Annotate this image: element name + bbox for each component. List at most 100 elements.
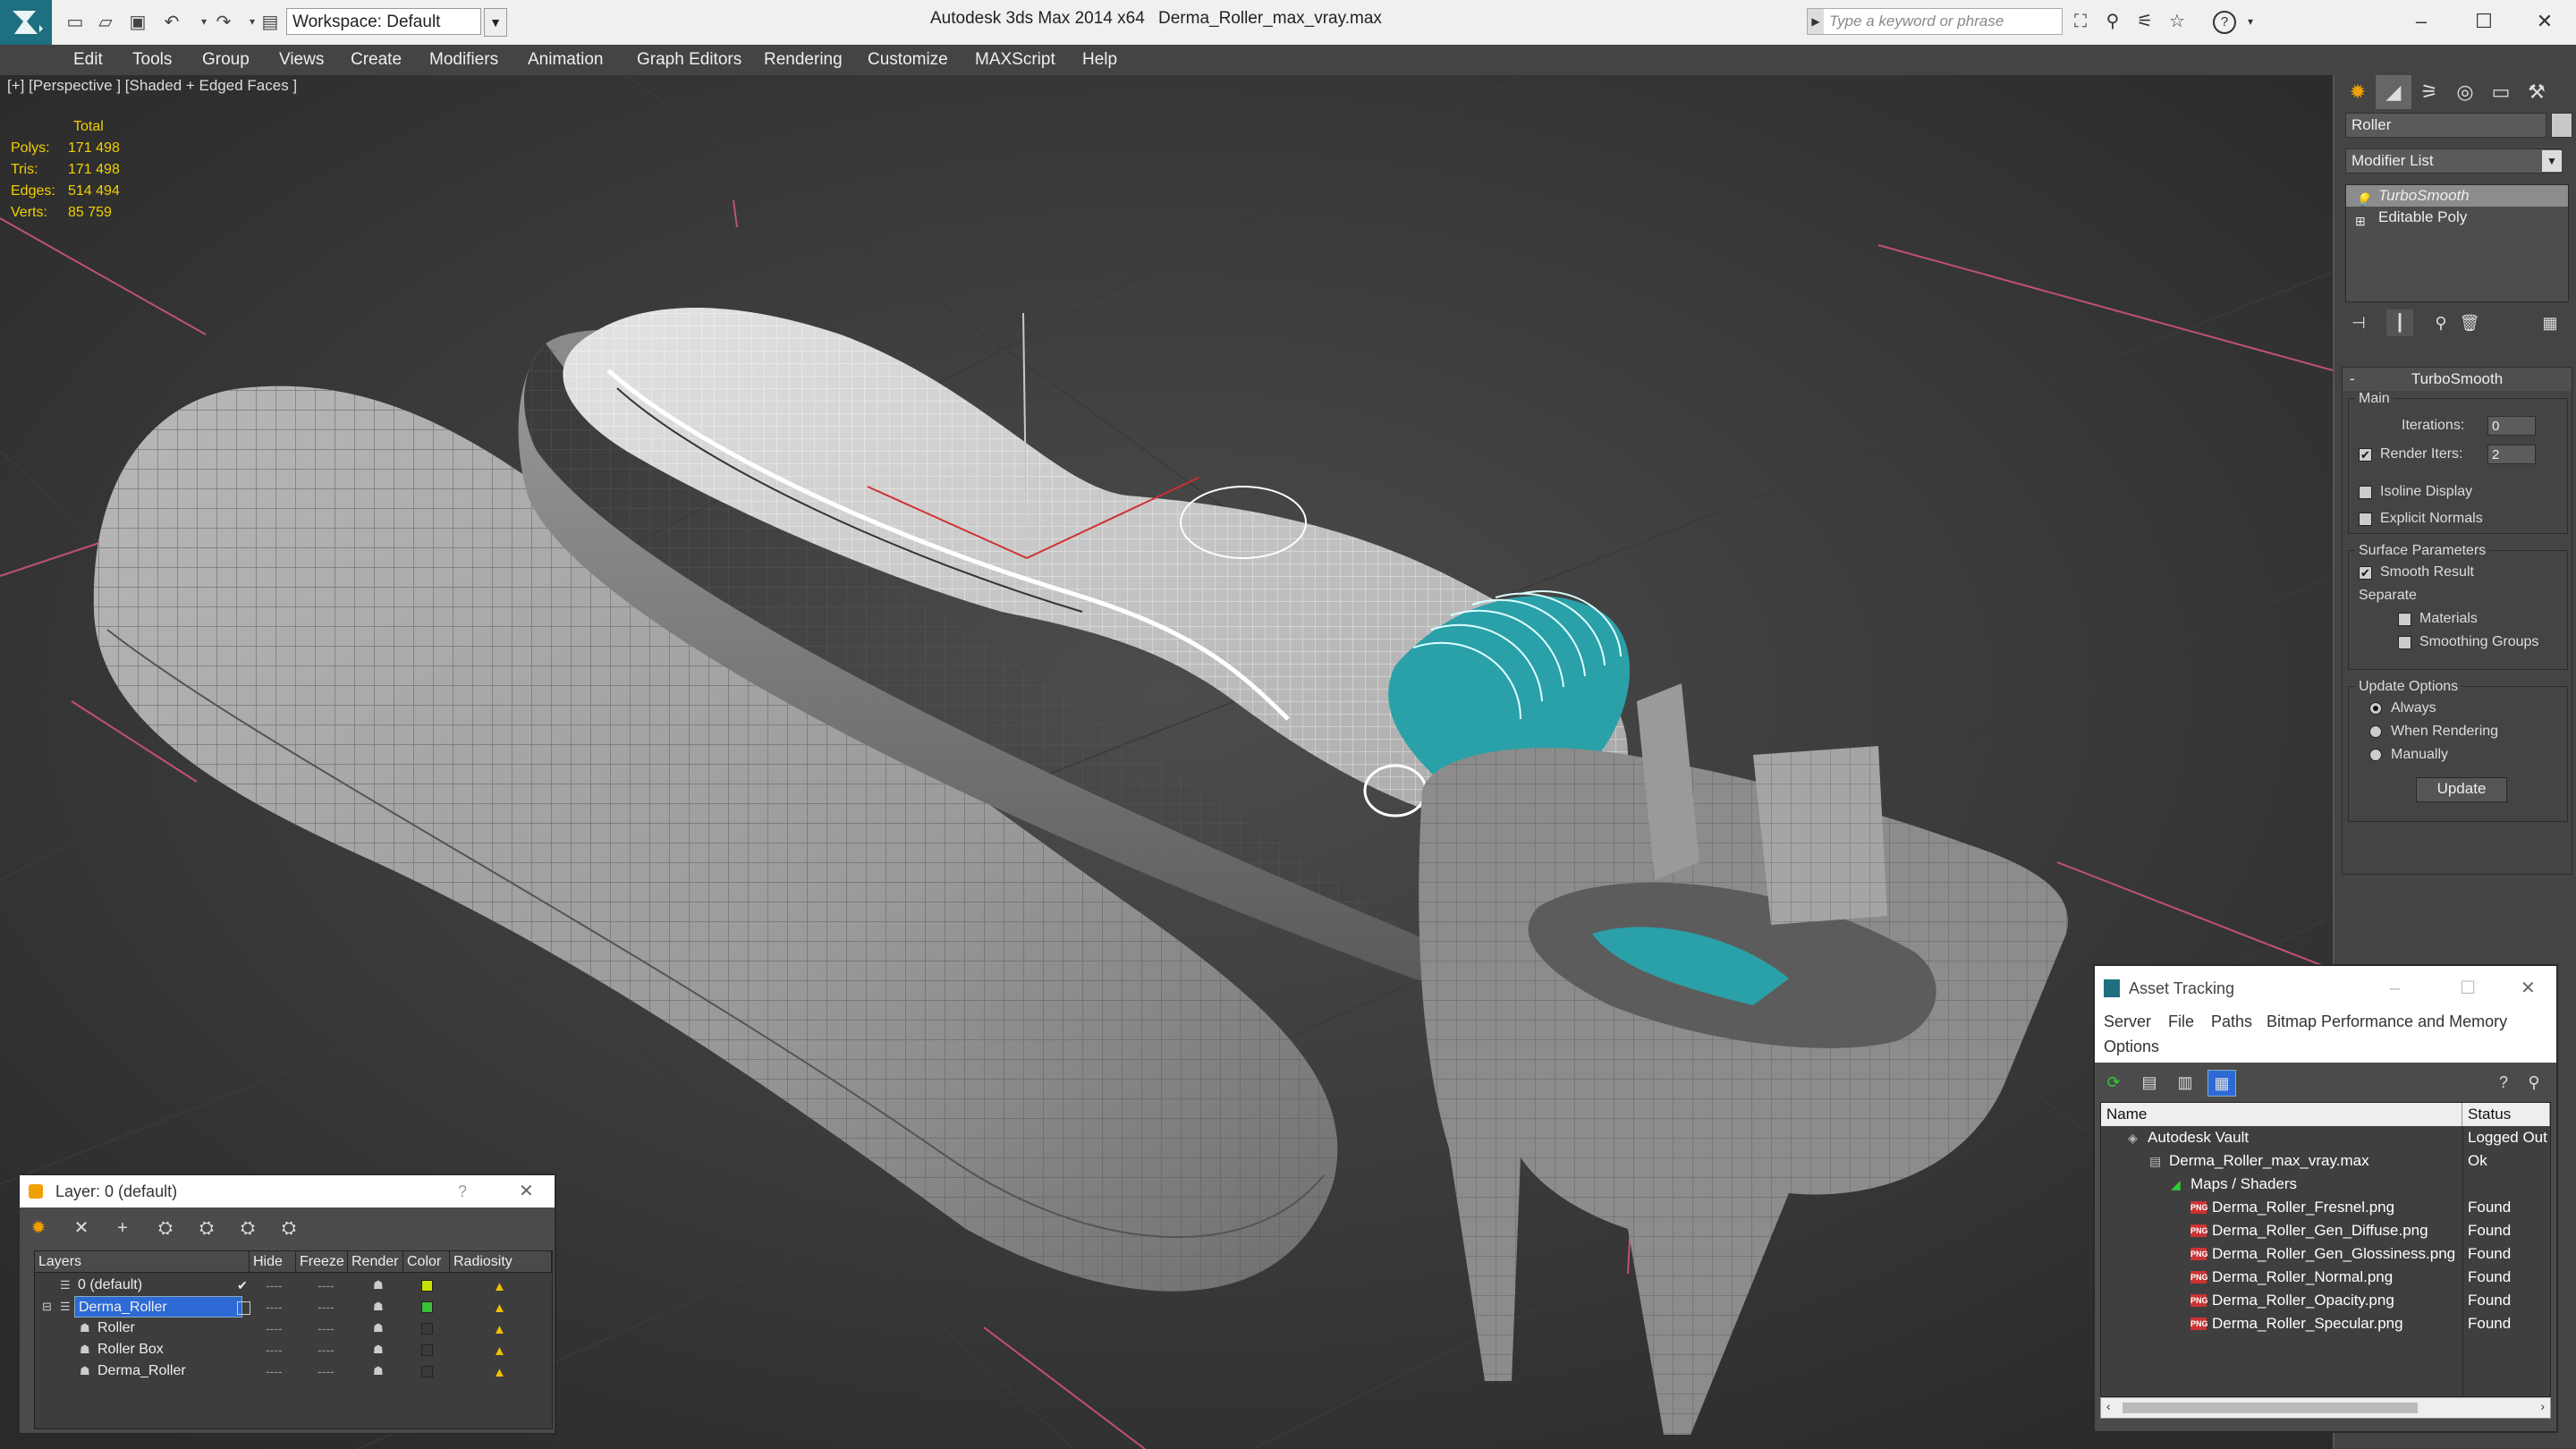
smooth-result-checkbox[interactable]: ✔ xyxy=(2359,566,2372,580)
horizontal-scrollbar[interactable]: ‹ › xyxy=(2100,1397,2551,1419)
menu-graph-editors[interactable]: Graph Editors xyxy=(637,50,741,70)
hierarchy-tab-icon[interactable]: ⚞ xyxy=(2411,75,2447,109)
render-iters-spinner[interactable]: 2 xyxy=(2487,445,2536,464)
modifier-list-dropdown[interactable]: Modifier List xyxy=(2345,148,2562,174)
radiosity-lamp-icon[interactable]: ▲ xyxy=(493,1319,506,1341)
favorites-star-icon[interactable]: ☆ xyxy=(2165,9,2190,34)
render-teapot-icon[interactable]: ☗ xyxy=(373,1339,384,1360)
tree-view-icon[interactable]: ▥ xyxy=(2172,1070,2199,1095)
render-teapot-icon[interactable]: ☗ xyxy=(373,1360,384,1382)
current-layer-check-icon[interactable]: ✔ xyxy=(237,1275,248,1296)
add-to-layer-icon[interactable]: + xyxy=(109,1215,136,1241)
rollout-header[interactable]: - TurboSmooth xyxy=(2343,368,2572,391)
configure-sets-icon[interactable]: ▦ xyxy=(2537,309,2563,336)
table-view-icon[interactable]: ▦ xyxy=(2207,1070,2236,1097)
help-dropdown-icon[interactable]: ▾ xyxy=(2238,9,2263,34)
pin-icon[interactable]: ⚲ xyxy=(2521,1070,2547,1095)
minimize-icon[interactable]: – xyxy=(2401,5,2442,38)
radiosity-lamp-icon[interactable]: ▲ xyxy=(493,1341,506,1362)
hide-all-icon[interactable]: ⛭ xyxy=(234,1215,261,1241)
layer-row[interactable]: ☗ Roller Box ---- ---- ☗ ▲ xyxy=(35,1339,552,1360)
asset-dialog-titlebar[interactable]: Asset Tracking – ☐ ✕ xyxy=(2095,966,2556,1011)
subscription-icon[interactable]: ⚟ xyxy=(2132,9,2157,34)
show-end-result-icon[interactable]: ┃ xyxy=(2386,309,2413,336)
help-icon[interactable]: ? xyxy=(2490,1070,2517,1095)
list-view-icon[interactable]: ▤ xyxy=(2136,1070,2163,1095)
asset-row[interactable]: PNG Derma_Roller_Specular.png Found xyxy=(2101,1312,2550,1335)
menu-edit[interactable]: Edit xyxy=(73,50,103,70)
create-layer-icon[interactable]: ✹ xyxy=(25,1215,52,1241)
menu-group[interactable]: Group xyxy=(202,50,250,70)
asset-row[interactable]: ▤ Derma_Roller_max_vray.max Ok xyxy=(2101,1149,2550,1173)
app-logo-icon[interactable] xyxy=(0,0,52,45)
menu-help[interactable]: Help xyxy=(1082,50,1117,70)
collapse-icon[interactable]: ⊟ xyxy=(42,1296,52,1318)
isoline-checkbox[interactable] xyxy=(2359,486,2372,499)
asset-row[interactable]: PNG Derma_Roller_Normal.png Found xyxy=(2101,1266,2550,1289)
help-icon[interactable]: ? xyxy=(2213,11,2236,34)
render-teapot-icon[interactable]: ☗ xyxy=(373,1275,384,1296)
object-name[interactable]: Roller xyxy=(94,1318,139,1337)
column-header[interactable]: Status xyxy=(2462,1103,2550,1126)
column-header[interactable]: Hide xyxy=(250,1251,296,1273)
column-header[interactable]: Layers xyxy=(35,1251,250,1273)
undo-icon[interactable]: ↶ xyxy=(159,9,184,34)
freeze-toggle[interactable]: ---- xyxy=(318,1275,335,1296)
viewport-label[interactable]: [+] [Perspective ] [Shaded + Edged Faces… xyxy=(7,77,297,95)
render-iters-checkbox[interactable]: ✔ xyxy=(2359,448,2372,462)
layer-row[interactable]: ☰ 0 (default) ✔ ---- ---- ☗ ▲ xyxy=(35,1275,552,1296)
layer-color-swatch[interactable] xyxy=(421,1301,433,1313)
freeze-toggle[interactable]: ---- xyxy=(318,1360,335,1382)
menu-tools[interactable]: Tools xyxy=(132,50,172,70)
menu-modifiers[interactable]: Modifiers xyxy=(429,50,498,70)
refresh-icon[interactable]: ⟳ xyxy=(2100,1070,2127,1095)
object-name[interactable]: Roller Box xyxy=(94,1339,167,1359)
layer-color-swatch[interactable] xyxy=(421,1280,433,1292)
asset-row[interactable]: PNG Derma_Roller_Gen_Glossiness.png Foun… xyxy=(2101,1242,2550,1266)
stack-item-turbosmooth[interactable]: 💡 TurboSmooth xyxy=(2346,185,2568,207)
smoothing-groups-checkbox[interactable] xyxy=(2398,636,2411,649)
motion-tab-icon[interactable]: ◎ xyxy=(2447,75,2483,109)
redo-icon[interactable]: ↷ xyxy=(211,9,236,34)
layer-name[interactable]: 0 (default) xyxy=(74,1275,146,1294)
remove-modifier-icon[interactable]: 🗑 xyxy=(2456,309,2483,336)
layer-row[interactable]: ☗ Roller ---- ---- ☗ ▲ xyxy=(35,1318,552,1339)
menu-file[interactable]: File xyxy=(2168,1013,2194,1031)
asset-row[interactable]: PNG Derma_Roller_Opacity.png Found xyxy=(2101,1289,2550,1312)
hide-toggle[interactable]: ---- xyxy=(266,1339,283,1360)
minimize-icon[interactable]: – xyxy=(2390,966,2400,1011)
asset-row[interactable]: ◢ Maps / Shaders xyxy=(2101,1173,2550,1196)
display-tab-icon[interactable]: ▭ xyxy=(2483,75,2519,109)
expand-arrow-icon[interactable]: ▶ xyxy=(1808,9,1824,34)
radiosity-lamp-icon[interactable]: ▲ xyxy=(493,1276,506,1298)
close-icon[interactable]: ✕ xyxy=(2521,966,2536,1011)
modify-tab-icon[interactable]: ◢ xyxy=(2376,75,2411,109)
layer-row[interactable]: ⊟ ☰ Derma_Roller ---- ---- ☗ ▲ xyxy=(35,1296,552,1318)
object-name[interactable]: Derma_Roller xyxy=(94,1360,190,1380)
render-teapot-icon[interactable]: ☗ xyxy=(373,1296,384,1318)
column-header[interactable]: Freeze xyxy=(296,1251,348,1273)
when-rendering-radio[interactable] xyxy=(2369,725,2382,738)
column-header[interactable]: Render xyxy=(348,1251,403,1273)
close-icon[interactable]: ✕ xyxy=(2524,5,2565,38)
search-input[interactable]: ▶ Type a keyword or phrase xyxy=(1807,8,2063,35)
layer-row[interactable]: ☗ Derma_Roller ---- ---- ☗ ▲ xyxy=(35,1360,552,1382)
stack-item-editable-poly[interactable]: ⊞ Editable Poly xyxy=(2346,207,2568,228)
create-tab-icon[interactable]: ✹ xyxy=(2340,75,2376,109)
menu-options[interactable]: Options xyxy=(2104,1038,2159,1056)
scroll-left-icon[interactable]: ‹ xyxy=(2106,1399,2111,1413)
menu-server[interactable]: Server xyxy=(2104,1013,2151,1031)
make-unique-icon[interactable]: ⚲ xyxy=(2428,309,2454,336)
select-objects-icon[interactable]: ⛭ xyxy=(152,1215,179,1241)
layer-name[interactable]: Derma_Roller xyxy=(74,1296,242,1318)
asset-row[interactable]: ◈ Autodesk Vault Logged Out xyxy=(2101,1126,2550,1149)
menu-rendering[interactable]: Rendering xyxy=(764,50,843,70)
delete-layer-icon[interactable]: ✕ xyxy=(68,1215,95,1241)
save-file-icon[interactable]: ▣ xyxy=(125,9,150,34)
communication-center-icon[interactable]: ⚲ xyxy=(2100,9,2125,34)
hide-toggle[interactable]: ---- xyxy=(266,1296,283,1318)
materials-checkbox[interactable] xyxy=(2398,613,2411,626)
menu-views[interactable]: Views xyxy=(279,50,324,70)
object-color-swatch[interactable] xyxy=(421,1323,433,1335)
object-color-swatch[interactable] xyxy=(421,1366,433,1377)
